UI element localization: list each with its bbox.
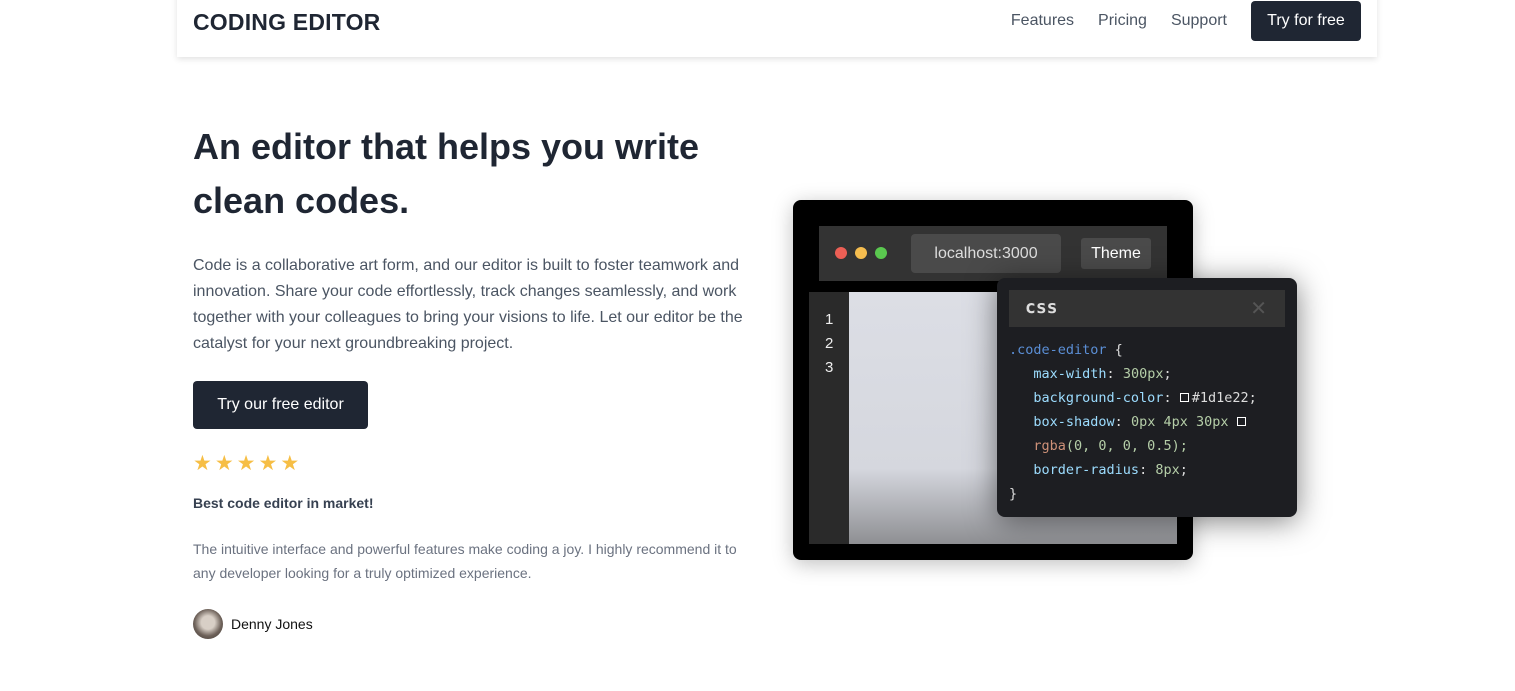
line-gutter: 1 2 3 [809,292,849,544]
popup-language: css [1025,297,1058,318]
main-nav: Features Pricing Support Try for free [1011,1,1361,41]
color-swatch-icon [1236,417,1246,426]
rating-stars: ★ ★ ★ ★ ★ [193,451,299,476]
star-icon: ★ [258,452,278,475]
try-free-editor-button[interactable]: Try our free editor [193,381,368,429]
nav-pricing[interactable]: Pricing [1098,12,1147,30]
site-header: CODING EDITOR Features Pricing Support T… [177,0,1377,57]
theme-button[interactable]: Theme [1081,238,1151,269]
code-value: 0px 4px 30px [1130,414,1229,430]
browser-bar: localhost:3000 Theme [819,226,1167,281]
nav-features[interactable]: Features [1011,12,1074,30]
star-icon: ★ [236,452,256,475]
code-value: 8px [1155,462,1180,478]
code-prop: box-shadow [1033,414,1115,430]
star-icon: ★ [214,452,234,475]
code-value: 300px [1122,366,1164,382]
code-fn: rgba [1033,438,1066,454]
code-prop: max-width [1033,366,1107,382]
code-args: (0, 0, 0, 0.5); [1065,438,1188,454]
code-block: .code-editor { max-width: 300px; backgro… [1009,342,1257,502]
code-brace: { [1106,342,1123,358]
color-swatch-icon [1179,393,1189,402]
minimize-dot-icon [855,247,867,259]
popup-header: css ✕ [1009,290,1285,327]
line-number: 3 [825,359,834,376]
code-selector: .code-editor [1009,342,1107,358]
hero-description: Code is a collaborative art form, and ou… [193,257,743,352]
code-brace: } [1009,486,1018,502]
line-number: 1 [825,311,834,328]
code-prop: background-color [1033,390,1164,406]
nav-support[interactable]: Support [1171,12,1227,30]
star-icon: ★ [193,452,212,475]
review-text: The intuitive interface and powerful fea… [193,541,737,581]
star-icon: ★ [280,452,300,475]
try-for-free-button[interactable]: Try for free [1251,1,1361,41]
hero-title: An editor that helps you write clean cod… [193,126,700,221]
css-popup: css ✕ .code-editor { max-width: 300px; b… [997,278,1297,517]
review-title: Best code editor in market! [193,495,374,511]
close-dot-icon [835,247,847,259]
code-value: #1d1e22 [1191,390,1249,406]
reviewer-name: Denny Jones [231,616,313,632]
code-prop: border-radius [1033,462,1140,478]
logo[interactable]: CODING EDITOR [193,9,380,36]
line-number: 2 [825,335,834,352]
close-icon[interactable]: ✕ [1250,296,1267,321]
maximize-dot-icon [875,247,887,259]
address-bar[interactable]: localhost:3000 [911,234,1061,273]
avatar [193,609,223,639]
